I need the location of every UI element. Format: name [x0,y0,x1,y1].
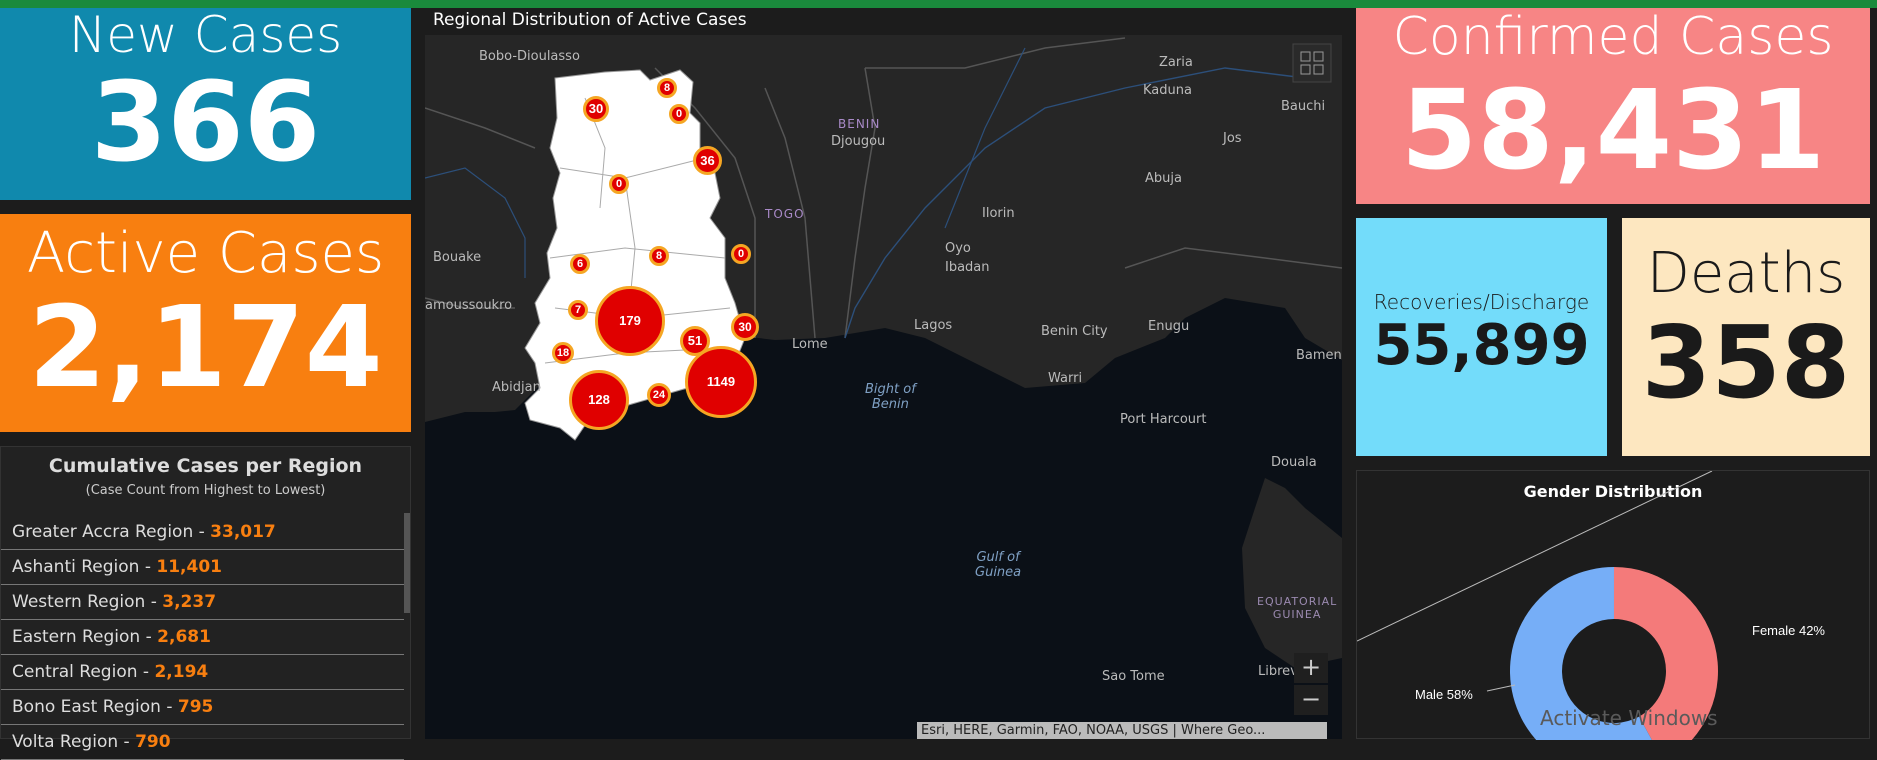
cluster-marker[interactable]: 128 [569,370,629,430]
list-item[interactable]: Western Region - 3,237 [1,585,404,620]
map-label: Gulf of Guinea [975,550,1022,580]
map-label: Abuja [1145,171,1182,186]
top-accent-bar [0,0,1877,8]
list-item[interactable]: Bono East Region - 795 [1,690,404,725]
region-name: Greater Accra Region - [12,522,211,542]
active-cases-value: 2,174 [28,283,383,413]
map-label: Benin City [1041,324,1108,339]
region-name: Bono East Region - [12,697,178,717]
cluster-marker[interactable]: 0 [669,104,689,124]
deaths-value: 358 [1641,304,1851,421]
new-cases-value: 366 [90,58,321,186]
map-label: Zaria [1159,55,1193,70]
region-name: Eastern Region - [12,627,158,647]
map-canvas[interactable] [425,8,1342,739]
map-label: Bouake [433,250,482,265]
map-panel[interactable]: Regional Distribution of Active Cases Bo… [425,8,1342,739]
region-count: 2,681 [157,627,211,647]
new-cases-title: New Cases [68,8,343,64]
map-label: Ibadan [945,260,990,275]
region-name: Western Region - [12,592,163,612]
map-label: BENIN [838,117,881,131]
cluster-marker[interactable]: 8 [649,246,669,266]
map-label: Lagos [914,318,953,333]
gender-donut-chart[interactable]: Female 42% Male 58% [1357,471,1871,740]
confirmed-cases-card: Confirmed Cases 58,431 [1356,8,1870,204]
map-label: Bauchi [1281,99,1326,114]
map-label: Sao Tome [1102,669,1165,684]
list-item[interactable]: Central Region - 2,194 [1,655,404,690]
map-label: Bight of Benin [865,382,916,412]
cluster-marker[interactable]: 30 [583,96,609,122]
zoom-out-button[interactable]: − [1294,685,1328,715]
region-count: 33,017 [210,522,276,542]
recoveries-value: 55,899 [1373,313,1590,378]
cluster-marker[interactable]: 179 [595,286,665,356]
cluster-marker[interactable]: 30 [731,313,759,341]
cluster-marker[interactable]: 1149 [685,346,757,418]
region-list-title: Cumulative Cases per Region [48,455,363,477]
map-label: Douala [1271,455,1317,470]
map-label: Lome [792,337,828,352]
male-leader-line [1486,684,1516,692]
active-cases-card: Active Cases 2,174 [0,214,411,432]
confirmed-cases-title: Confirmed Cases [1392,8,1834,67]
deaths-title: Deaths [1646,241,1846,306]
recoveries-title: Recoveries/Discharge [1373,290,1590,314]
confirmed-cases-value: 58,431 [1400,66,1826,194]
map-label: amoussoukro [425,298,513,313]
region-list-subtitle: (Case Count from Highest to Lowest) [85,483,326,498]
map-label: Abidjan [492,380,541,395]
map-label: Ilorin [982,206,1015,221]
map-label: Bobo-Dioulasso [479,49,580,64]
list-item[interactable]: Greater Accra Region - 33,017 [1,515,404,550]
cluster-marker[interactable]: 8 [657,78,677,98]
active-cases-title: Active Cases [26,221,385,286]
map-label: Oyo [945,241,971,256]
region-count: 790 [135,732,171,752]
region-list-scrollbar[interactable] [404,513,410,613]
region-name: Volta Region - [12,732,136,752]
new-cases-card: New Cases 366 [0,8,411,200]
gender-distribution-panel: Gender Distribution Female 42% Male 58% [1356,470,1871,740]
cluster-marker[interactable]: 6 [570,254,590,274]
region-count: 795 [177,697,214,717]
region-name: Ashanti Region - [12,557,157,577]
map-label: Djougou [831,134,886,149]
cluster-marker[interactable]: 0 [609,174,629,194]
list-item[interactable]: Ashanti Region - 11,401 [1,550,404,585]
cluster-marker[interactable]: 24 [647,383,671,407]
map-label: TOGO [765,207,805,221]
zoom-in-button[interactable]: + [1294,653,1328,683]
region-list-panel: Cumulative Cases per Region (Case Count … [0,446,411,760]
map-label: Bamen [1296,348,1342,363]
cluster-marker[interactable]: 18 [552,342,574,364]
list-item[interactable]: Eastern Region - 2,681 [1,620,404,655]
deaths-card: Deaths 358 [1622,218,1870,456]
list-item[interactable]: Volta Region - 790 [1,725,404,760]
map-label: EQUATORIAL GUINEA [1257,595,1338,621]
map-label: Enugu [1148,319,1190,334]
cluster-marker[interactable]: 0 [731,244,751,264]
region-name: Central Region - [12,662,155,682]
map-label: Warri [1048,371,1083,386]
region-count: 2,194 [154,662,209,682]
cluster-marker[interactable]: 36 [693,146,722,175]
map-label: Librev [1258,664,1298,679]
map-label: Jos [1223,131,1242,146]
map-attribution[interactable]: Esri, HERE, Garmin, FAO, NOAA, USGS | Wh… [917,722,1327,739]
map-label: Port Harcourt [1120,412,1207,427]
male-label: Male 58% [1415,687,1473,702]
map-title: Regional Distribution of Active Cases [433,10,747,30]
activate-windows-watermark: Activate Windows [1540,706,1718,730]
cluster-marker[interactable]: 7 [568,300,588,320]
map-label: Kaduna [1143,83,1192,98]
region-count: 3,237 [162,592,217,612]
region-list[interactable]: Greater Accra Region - 33,017 Ashanti Re… [1,515,404,760]
female-label: Female 42% [1752,623,1825,638]
region-count: 11,401 [156,557,222,577]
recoveries-card: Recoveries/Discharge 55,899 [1356,218,1607,456]
